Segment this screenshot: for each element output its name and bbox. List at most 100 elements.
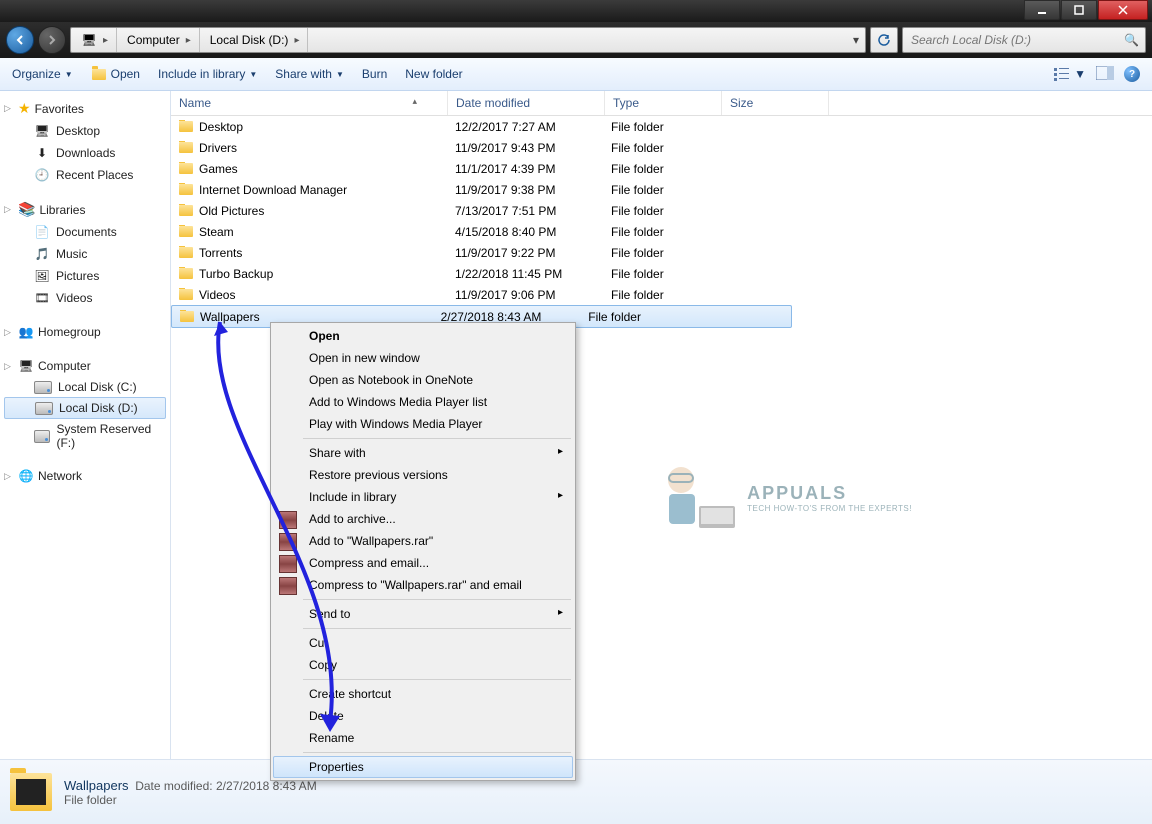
ctx-restore-versions[interactable]: Restore previous versions: [273, 464, 573, 486]
column-date[interactable]: Date modified: [448, 91, 605, 115]
ctx-add-rar[interactable]: Add to "Wallpapers.rar": [273, 530, 573, 552]
ctx-open[interactable]: Open: [273, 325, 573, 347]
ctx-wmp-play[interactable]: Play with Windows Media Player: [273, 413, 573, 435]
computer-icon: 🖥: [18, 358, 34, 374]
computer-group[interactable]: 🖥Computer: [0, 355, 170, 377]
drive-icon: [34, 430, 50, 443]
folder-icon: [179, 121, 193, 132]
command-toolbar: Organize ▼ Open Include in library ▼ Sha…: [0, 58, 1152, 91]
ctx-compress-email[interactable]: Compress and email...: [273, 552, 573, 574]
file-type: File folder: [603, 288, 719, 302]
file-name: Wallpapers: [200, 310, 260, 324]
column-name[interactable]: Name: [171, 91, 448, 115]
sidebar-item-drive-f[interactable]: System Reserved (F:): [0, 419, 170, 453]
title-bar: [0, 0, 1152, 22]
winrar-icon: [279, 533, 297, 551]
ctx-share-with[interactable]: Share with: [273, 442, 573, 464]
file-row[interactable]: Steam4/15/2018 8:40 PMFile folder: [171, 221, 1152, 242]
search-box[interactable]: 🔍: [902, 27, 1146, 53]
open-icon: [91, 66, 107, 82]
file-row[interactable]: Desktop12/2/2017 7:27 AMFile folder: [171, 116, 1152, 137]
homegroup-group[interactable]: 👥Homegroup: [0, 321, 170, 343]
column-headers: Name Date modified Type Size: [171, 91, 1152, 116]
folder-icon: [179, 163, 193, 174]
sidebar-item-recent[interactable]: 🕘Recent Places: [0, 164, 170, 186]
address-dropdown[interactable]: ▾: [847, 33, 865, 47]
ctx-create-shortcut[interactable]: Create shortcut: [273, 683, 573, 705]
refresh-button[interactable]: [870, 27, 898, 53]
file-type: File folder: [603, 267, 719, 281]
open-button[interactable]: Open: [91, 66, 140, 82]
libraries-group[interactable]: 📚Libraries: [0, 198, 170, 221]
ctx-copy[interactable]: Copy: [273, 654, 573, 676]
sidebar-item-drive-c[interactable]: Local Disk (C:): [0, 377, 170, 397]
burn-button[interactable]: Burn: [362, 67, 387, 81]
file-row[interactable]: Games11/1/2017 4:39 PMFile folder: [171, 158, 1152, 179]
explorer-window: 🖥 Computer Local Disk (D:) ▾ 🔍 Organize …: [0, 0, 1152, 824]
sidebar-item-downloads[interactable]: ⬇Downloads: [0, 142, 170, 164]
close-button[interactable]: [1098, 0, 1148, 20]
file-row[interactable]: Torrents11/9/2017 9:22 PMFile folder: [171, 242, 1152, 263]
ctx-send-to[interactable]: Send to: [273, 603, 573, 625]
ctx-add-archive[interactable]: Add to archive...: [273, 508, 573, 530]
ctx-delete[interactable]: Delete: [273, 705, 573, 727]
file-date: 1/22/2018 11:45 PM: [447, 267, 603, 281]
organize-menu[interactable]: Organize ▼: [12, 67, 73, 81]
file-name: Old Pictures: [199, 204, 264, 218]
breadcrumb-root[interactable]: 🖥: [71, 28, 117, 52]
maximize-button[interactable]: [1061, 0, 1097, 20]
watermark: APPUALSTECH HOW-TO'S FROM THE EXPERTS!: [651, 458, 912, 538]
ctx-cut[interactable]: Cut: [273, 632, 573, 654]
sidebar-item-drive-d[interactable]: Local Disk (D:): [4, 397, 166, 419]
folder-icon: [179, 289, 193, 300]
nav-forward-button[interactable]: [38, 26, 66, 54]
desktop-icon: 🖥: [34, 123, 50, 139]
navigation-pane: ★Favorites 🖥Desktop ⬇Downloads 🕘Recent P…: [0, 91, 171, 759]
folder-icon: [179, 226, 193, 237]
share-with-menu[interactable]: Share with ▼: [275, 67, 344, 81]
include-library-menu[interactable]: Include in library ▼: [158, 67, 257, 81]
help-button[interactable]: ?: [1124, 66, 1140, 82]
sidebar-item-desktop[interactable]: 🖥Desktop: [0, 120, 170, 142]
search-icon: 🔍: [1124, 33, 1139, 47]
breadcrumb-localdisk[interactable]: Local Disk (D:): [200, 28, 309, 52]
new-folder-button[interactable]: New folder: [405, 67, 462, 81]
file-row[interactable]: Internet Download Manager11/9/2017 9:38 …: [171, 179, 1152, 200]
file-name: Videos: [199, 288, 235, 302]
context-menu: Open Open in new window Open as Notebook…: [270, 322, 576, 781]
ctx-wmp-add[interactable]: Add to Windows Media Player list: [273, 391, 573, 413]
libraries-icon: 📚: [18, 201, 35, 218]
ctx-compress-rar-email[interactable]: Compress to "Wallpapers.rar" and email: [273, 574, 573, 596]
preview-pane-button[interactable]: [1096, 66, 1114, 83]
favorites-group[interactable]: ★Favorites: [0, 97, 170, 120]
ctx-include-library[interactable]: Include in library: [273, 486, 573, 508]
details-item-type: File folder: [64, 793, 317, 807]
minimize-button[interactable]: [1024, 0, 1060, 20]
search-input[interactable]: [909, 32, 1124, 48]
file-row[interactable]: Videos11/9/2017 9:06 PMFile folder: [171, 284, 1152, 305]
file-name: Turbo Backup: [199, 267, 273, 281]
view-options-button[interactable]: ▼: [1053, 67, 1086, 81]
file-row[interactable]: Old Pictures7/13/2017 7:51 PMFile folder: [171, 200, 1152, 221]
folder-icon: [179, 142, 193, 153]
network-group[interactable]: 🌐Network: [0, 465, 170, 487]
folder-icon: [10, 773, 52, 811]
mascot-icon: [651, 458, 741, 538]
sidebar-item-pictures[interactable]: 🖼Pictures: [0, 265, 170, 287]
column-size[interactable]: Size: [722, 91, 829, 115]
nav-back-button[interactable]: [6, 26, 34, 54]
ctx-open-new-window[interactable]: Open in new window: [273, 347, 573, 369]
sidebar-item-music[interactable]: 🎵Music: [0, 243, 170, 265]
ctx-properties[interactable]: Properties: [273, 756, 573, 778]
ctx-open-onenote[interactable]: Open as Notebook in OneNote: [273, 369, 573, 391]
column-type[interactable]: Type: [605, 91, 722, 115]
winrar-icon: [279, 555, 297, 573]
sidebar-item-documents[interactable]: 📄Documents: [0, 221, 170, 243]
file-row[interactable]: Drivers11/9/2017 9:43 PMFile folder: [171, 137, 1152, 158]
file-row[interactable]: Turbo Backup 1/22/2018 11:45 PMFile folde…: [171, 263, 1152, 284]
details-pane: Wallpapers Date modified: 2/27/2018 8:43…: [0, 759, 1152, 824]
breadcrumb-computer[interactable]: Computer: [117, 28, 200, 52]
ctx-rename[interactable]: Rename: [273, 727, 573, 749]
address-breadcrumb[interactable]: 🖥 Computer Local Disk (D:) ▾: [70, 27, 866, 53]
sidebar-item-videos[interactable]: 🎞Videos: [0, 287, 170, 309]
